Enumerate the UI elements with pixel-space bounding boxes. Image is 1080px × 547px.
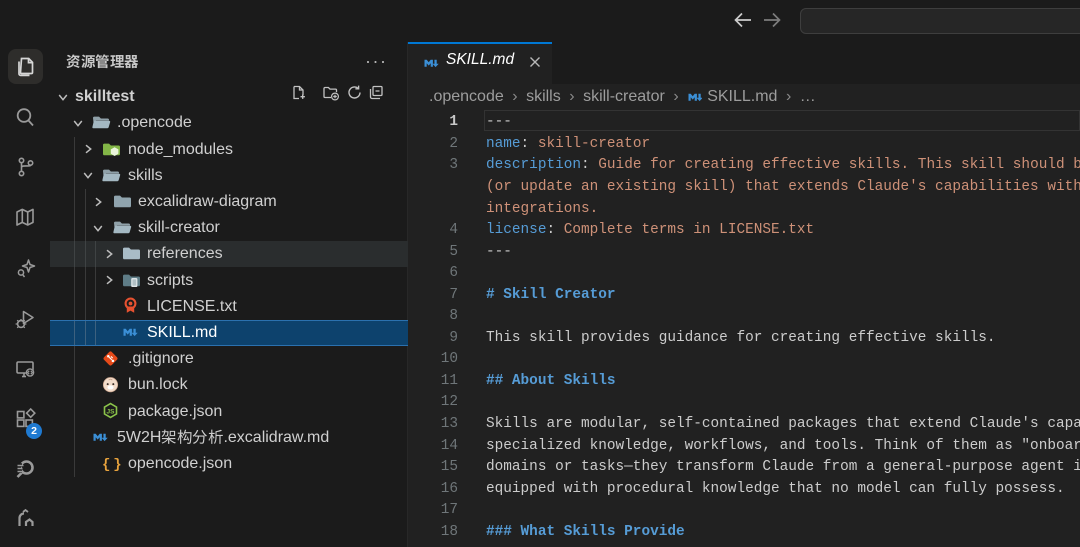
- svg-text:JS: JS: [107, 408, 116, 415]
